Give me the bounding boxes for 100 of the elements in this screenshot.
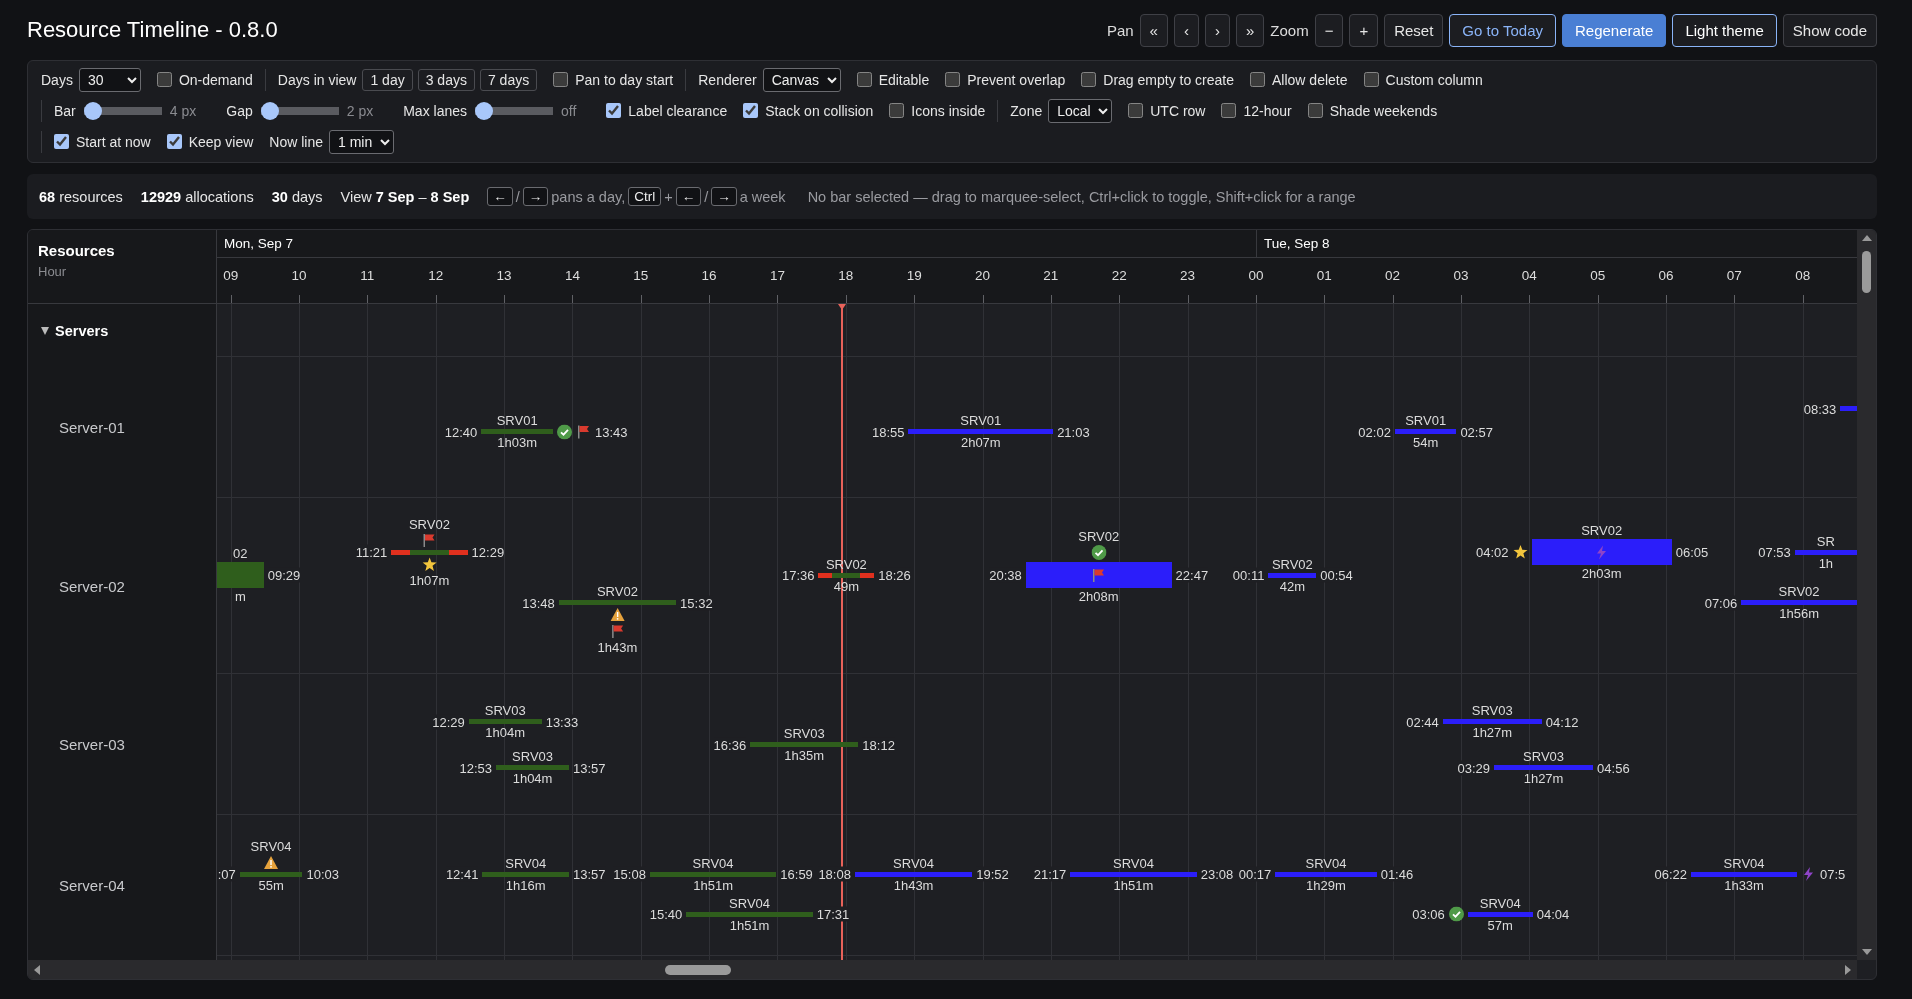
checkbox[interactable] bbox=[553, 72, 569, 87]
checkbox-label[interactable]: Label clearance bbox=[628, 102, 728, 119]
key-cap: ← bbox=[487, 187, 513, 206]
toolbar-button[interactable]: Regenerate bbox=[1562, 13, 1667, 47]
option-button[interactable]: 7 days bbox=[479, 68, 538, 91]
stat-text: 30 days bbox=[271, 188, 323, 205]
option-button[interactable]: 3 days bbox=[417, 68, 475, 91]
toolbar-button[interactable]: Go to Today bbox=[1449, 13, 1556, 47]
toolbar-button[interactable]: − bbox=[1314, 13, 1344, 47]
horizontal-scrollbar[interactable] bbox=[28, 960, 1857, 979]
dropdown[interactable]: Local bbox=[1048, 98, 1113, 123]
toolbar-button[interactable]: « bbox=[1139, 13, 1168, 47]
checkbox-label[interactable]: Pan to day start bbox=[575, 71, 674, 88]
allocation-bar[interactable] bbox=[649, 871, 777, 877]
toolbar-button[interactable]: Light theme bbox=[1672, 13, 1777, 47]
checkbox[interactable] bbox=[1221, 103, 1237, 118]
checkbox-label[interactable]: On-demand bbox=[178, 71, 253, 88]
checkbox[interactable] bbox=[156, 72, 172, 87]
checkbox-label[interactable]: Prevent overlap bbox=[967, 71, 1066, 88]
checkbox[interactable] bbox=[606, 103, 622, 118]
checkbox-label[interactable]: Editable bbox=[878, 71, 930, 88]
vertical-scrollbar[interactable] bbox=[1857, 230, 1876, 960]
end-time: 19:52 bbox=[976, 866, 1009, 882]
allocation-name: SRV04 bbox=[893, 855, 935, 871]
allocation-bar[interactable] bbox=[558, 600, 677, 606]
checkbox[interactable] bbox=[945, 72, 961, 87]
hour-label: 16 bbox=[701, 268, 717, 283]
toolbar-button[interactable]: Reset bbox=[1384, 13, 1444, 47]
hour-label: 17 bbox=[769, 268, 785, 283]
hour-label: 14 bbox=[564, 268, 580, 283]
dropdown[interactable]: Canvas bbox=[762, 67, 841, 92]
allocation-bar[interactable] bbox=[1531, 539, 1672, 566]
checkbox-label[interactable]: Custom column bbox=[1385, 71, 1483, 88]
dropdown[interactable]: 1 min bbox=[329, 129, 394, 154]
toolbar-button[interactable]: ‹ bbox=[1173, 13, 1199, 47]
checkbox[interactable] bbox=[1250, 72, 1265, 87]
checkbox[interactable] bbox=[856, 72, 872, 87]
allocation-bar[interactable] bbox=[1794, 549, 1857, 555]
allocation-name: SRV03 bbox=[484, 703, 526, 718]
checkbox-label[interactable]: Drag empty to create bbox=[1103, 71, 1234, 88]
end-time: 04:56 bbox=[1597, 760, 1630, 775]
warning-icon bbox=[263, 854, 279, 870]
check-icon bbox=[1448, 906, 1464, 922]
checkbox[interactable] bbox=[166, 134, 182, 149]
hour-label: 21 bbox=[1043, 268, 1059, 283]
start-time: 00:11 bbox=[1232, 567, 1265, 583]
allocation-name: SRV02 bbox=[1271, 556, 1313, 572]
checkbox[interactable] bbox=[1363, 72, 1379, 87]
allocation-bar[interactable] bbox=[818, 572, 875, 578]
toolbar-button[interactable]: › bbox=[1204, 13, 1230, 47]
allocation-bar[interactable] bbox=[1025, 562, 1172, 589]
allocation-bar[interactable] bbox=[854, 871, 973, 877]
checkbox-label[interactable]: 12-hour bbox=[1243, 102, 1292, 119]
allocation-name: SRV01 bbox=[960, 413, 1002, 428]
allocation-bar[interactable] bbox=[239, 871, 303, 877]
allocation-bar[interactable] bbox=[482, 871, 569, 877]
group-toggle[interactable]: Servers bbox=[28, 322, 109, 339]
toolbar-button[interactable]: Show code bbox=[1782, 13, 1877, 47]
allocation-bar[interactable] bbox=[1741, 600, 1857, 606]
checkbox-label[interactable]: UTC row bbox=[1150, 102, 1206, 119]
toolbar-button[interactable]: + bbox=[1349, 13, 1379, 47]
allocation-name: SRV03 bbox=[1471, 703, 1513, 718]
allocation-bar[interactable] bbox=[1394, 429, 1457, 434]
allocation-name: SRV02 bbox=[1778, 584, 1820, 600]
start-time: 07:06 bbox=[1704, 595, 1738, 611]
allocation-name: SRV01 bbox=[1405, 413, 1447, 428]
checkbox[interactable] bbox=[743, 103, 759, 118]
checkbox-label[interactable]: Stack on collision bbox=[765, 102, 874, 119]
field-label: Gap bbox=[226, 102, 253, 119]
checkbox-label[interactable]: Icons inside bbox=[911, 102, 986, 119]
allocation-name: SRV04 bbox=[1112, 855, 1154, 871]
allocation-bar[interactable] bbox=[1070, 871, 1197, 877]
end-time: 00:54 bbox=[1320, 567, 1353, 583]
allocation-bar[interactable] bbox=[1467, 911, 1533, 917]
allocation-name: SRV04 bbox=[505, 855, 547, 871]
checkbox[interactable] bbox=[54, 134, 69, 149]
warning-icon bbox=[609, 607, 625, 623]
flag-icon bbox=[1091, 567, 1107, 583]
allocation-bar[interactable] bbox=[1275, 871, 1377, 877]
toolbar-button[interactable]: » bbox=[1235, 13, 1265, 47]
checkbox-label[interactable]: Allow delete bbox=[1272, 71, 1348, 88]
checkbox[interactable] bbox=[1128, 103, 1144, 118]
allocation-bar[interactable] bbox=[1691, 871, 1797, 877]
allocation-bar[interactable] bbox=[1268, 572, 1317, 578]
duration-label: 1h56m bbox=[1779, 606, 1819, 622]
checkbox[interactable] bbox=[889, 103, 905, 118]
hour-label: 05 bbox=[1590, 268, 1606, 283]
allocation-bar[interactable] bbox=[686, 911, 813, 917]
end-time: 17:31 bbox=[816, 906, 850, 922]
end-time: 09:29 bbox=[267, 567, 301, 583]
allocation-bar[interactable] bbox=[391, 549, 468, 555]
allocation-bar[interactable] bbox=[217, 562, 264, 589]
option-button[interactable]: 1 day bbox=[362, 68, 413, 91]
checkbox[interactable] bbox=[1081, 72, 1097, 87]
checkbox-label[interactable]: Shade weekends bbox=[1329, 102, 1438, 119]
checkbox-label[interactable]: Keep view bbox=[188, 133, 254, 150]
control-label: Pan bbox=[1106, 21, 1134, 39]
checkbox-label[interactable]: Start at now bbox=[76, 133, 151, 150]
checkbox[interactable] bbox=[1307, 103, 1323, 118]
dropdown[interactable]: 30 bbox=[78, 67, 141, 92]
